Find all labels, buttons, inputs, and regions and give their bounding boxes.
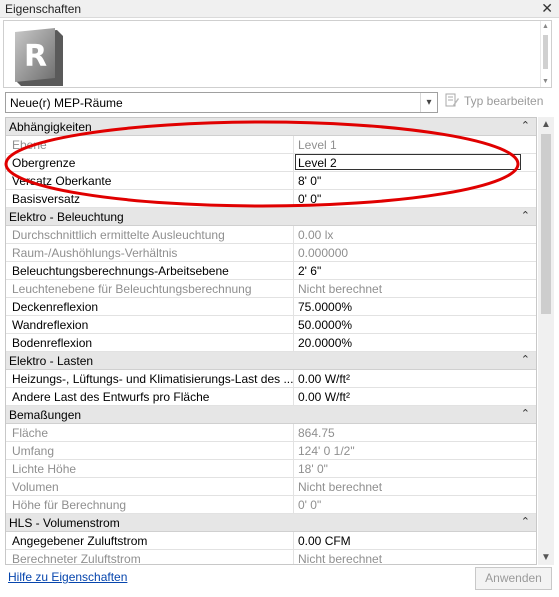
collapse-icon[interactable]: ⌃ [521, 119, 530, 132]
property-row: Durchschnittlich ermittelte Ausleuchtung… [6, 226, 536, 244]
property-name: Heizungs-, Lüftungs- und Klimatisierungs… [12, 372, 294, 386]
property-name: Bodenreflexion [12, 336, 93, 350]
property-value-editor[interactable]: Level 2 [295, 154, 521, 170]
close-icon[interactable]: ✕ [541, 0, 553, 17]
property-row[interactable]: Obergrenze Level 2 [6, 154, 536, 172]
property-row: Fläche 864.75 [6, 424, 536, 442]
property-name: Durchschnittlich ermittelte Ausleuchtung [12, 228, 225, 242]
property-row[interactable]: Heizungs-, Lüftungs- und Klimatisierungs… [6, 370, 536, 388]
property-name: Versatz Oberkante [12, 174, 112, 188]
property-name: Volumen [12, 480, 59, 494]
property-value: Nicht berechnet [293, 478, 536, 495]
property-row[interactable]: Deckenreflexion 75.0000% [6, 298, 536, 316]
property-name: Lichte Höhe [12, 462, 77, 476]
type-selector-value: Neue(r) MEP-Räume [10, 96, 123, 110]
edit-type-label: Typ bearbeiten [464, 93, 544, 108]
property-value: Nicht berechnet [293, 280, 536, 297]
scroll-up-icon[interactable]: ▲ [541, 119, 551, 130]
preview-scrollbar[interactable]: ▲ ▼ [540, 21, 551, 87]
revit-logo-icon: R [15, 28, 63, 86]
property-name: Umfang [12, 444, 55, 458]
property-value[interactable]: 0.00 W/ft² [293, 370, 536, 387]
property-row[interactable]: Beleuchtungsberechnungs-Arbeitsebene 2' 6… [6, 262, 536, 280]
type-preview: R ▲ ▼ [3, 20, 552, 88]
property-value: 18' 0" [293, 460, 536, 477]
property-name: Basisversatz [12, 192, 81, 206]
edit-type-button[interactable]: Typ bearbeiten [445, 93, 543, 112]
property-name: Andere Last des Entwurfs pro Fläche [12, 390, 210, 404]
scroll-thumb[interactable] [541, 134, 551, 314]
title-bar: Eigenschaften ✕ [0, 0, 559, 18]
property-value[interactable]: 2' 6" [293, 262, 536, 279]
collapse-icon[interactable]: ⌃ [521, 407, 530, 420]
property-row: Höhe für Berechnung 0' 0" [6, 496, 536, 514]
property-row: Leuchtenebene für Beleuchtungsberechnung… [6, 280, 536, 298]
property-name: Ebene [12, 138, 47, 152]
property-name: Raum-/Aushöhlungs-Verhältnis [12, 246, 178, 260]
property-value[interactable]: 50.0000% [293, 316, 536, 333]
property-row[interactable]: Bodenreflexion 20.0000% [6, 334, 536, 352]
properties-scrollbar[interactable]: ▲ ▼ [538, 117, 554, 565]
collapse-icon[interactable]: ⌃ [521, 515, 530, 528]
property-name: Angegebener Zuluftstrom [12, 534, 148, 548]
property-row[interactable]: Versatz Oberkante 8' 0" [6, 172, 536, 190]
property-name: Fläche [12, 426, 49, 440]
property-value[interactable]: 0.00 CFM [293, 532, 536, 549]
property-value[interactable]: 0' 0" [293, 190, 536, 207]
type-selector[interactable]: Neue(r) MEP-Räume ▾ [5, 92, 438, 113]
property-name: Wandreflexion [12, 318, 89, 332]
property-value[interactable]: 0.00 W/ft² [293, 388, 536, 405]
property-row: Volumen Nicht berechnet [6, 478, 536, 496]
chevron-down-icon[interactable]: ▾ [420, 93, 437, 112]
collapse-icon[interactable]: ⌃ [521, 353, 530, 366]
property-name: Deckenreflexion [12, 300, 99, 314]
property-row[interactable]: Angegebener Zuluftstrom 0.00 CFM [6, 532, 536, 550]
category-header[interactable]: HLS - Volumenstrom ⌃ [6, 514, 536, 532]
property-value: 0' 0" [293, 496, 536, 513]
category-name: Elektro - Lasten [9, 354, 94, 368]
property-value: Nicht berechnet [293, 550, 536, 564]
edit-type-icon [445, 93, 459, 107]
property-value: 864.75 [293, 424, 536, 441]
category-header[interactable]: Abhängigkeiten ⌃ [6, 118, 536, 136]
properties-grid: Abhängigkeiten ⌃ Ebene Level 1 Obergrenze Lev… [5, 117, 537, 565]
property-row[interactable]: Andere Last des Entwurfs pro Fläche 0.00 … [6, 388, 536, 406]
property-value: 0.000000 [293, 244, 536, 261]
preview-scroll-thumb[interactable] [543, 35, 548, 69]
svg-text:R: R [24, 39, 47, 74]
help-link[interactable]: Hilfe zu Eigenschaften [8, 570, 127, 584]
category-name: Abhängigkeiten [9, 120, 92, 134]
category-header[interactable]: Bemaßungen ⌃ [6, 406, 536, 424]
property-value: Level 1 [293, 136, 536, 153]
property-row: Umfang 124' 0 1/2" [6, 442, 536, 460]
property-name: Beleuchtungsberechnungs-Arbeitsebene [12, 264, 229, 278]
property-row: Raum-/Aushöhlungs-Verhältnis 0.000000 [6, 244, 536, 262]
category-name: HLS - Volumenstrom [9, 516, 120, 530]
property-row[interactable]: Basisversatz 0' 0" [6, 190, 536, 208]
property-name: Leuchtenebene für Beleuchtungsberechnung [12, 282, 252, 296]
property-row[interactable]: Wandreflexion 50.0000% [6, 316, 536, 334]
property-name: Obergrenze [12, 156, 76, 170]
property-value[interactable]: 20.0000% [293, 334, 536, 351]
property-value: 124' 0 1/2" [293, 442, 536, 459]
scroll-up-icon[interactable]: ▲ [542, 23, 549, 30]
scroll-down-icon[interactable]: ▼ [541, 552, 551, 563]
apply-button[interactable]: Anwenden [475, 567, 552, 590]
property-name: Höhe für Berechnung [12, 498, 127, 512]
category-header[interactable]: Elektro - Beleuchtung ⌃ [6, 208, 536, 226]
category-name: Bemaßungen [9, 408, 82, 422]
property-row: Lichte Höhe 18' 0" [6, 460, 536, 478]
collapse-icon[interactable]: ⌃ [521, 209, 530, 222]
property-name: Berechneter Zuluftstrom [12, 552, 141, 565]
window-title: Eigenschaften [5, 2, 82, 16]
property-row: Berechneter Zuluftstrom Nicht berechnet [6, 550, 536, 565]
property-value[interactable]: 75.0000% [293, 298, 536, 315]
property-value: 0.00 lx [293, 226, 536, 243]
category-name: Elektro - Beleuchtung [9, 210, 124, 224]
property-value[interactable]: 8' 0" [293, 172, 536, 189]
property-row: Ebene Level 1 [6, 136, 536, 154]
category-header[interactable]: Elektro - Lasten ⌃ [6, 352, 536, 370]
scroll-down-icon[interactable]: ▼ [542, 78, 549, 85]
